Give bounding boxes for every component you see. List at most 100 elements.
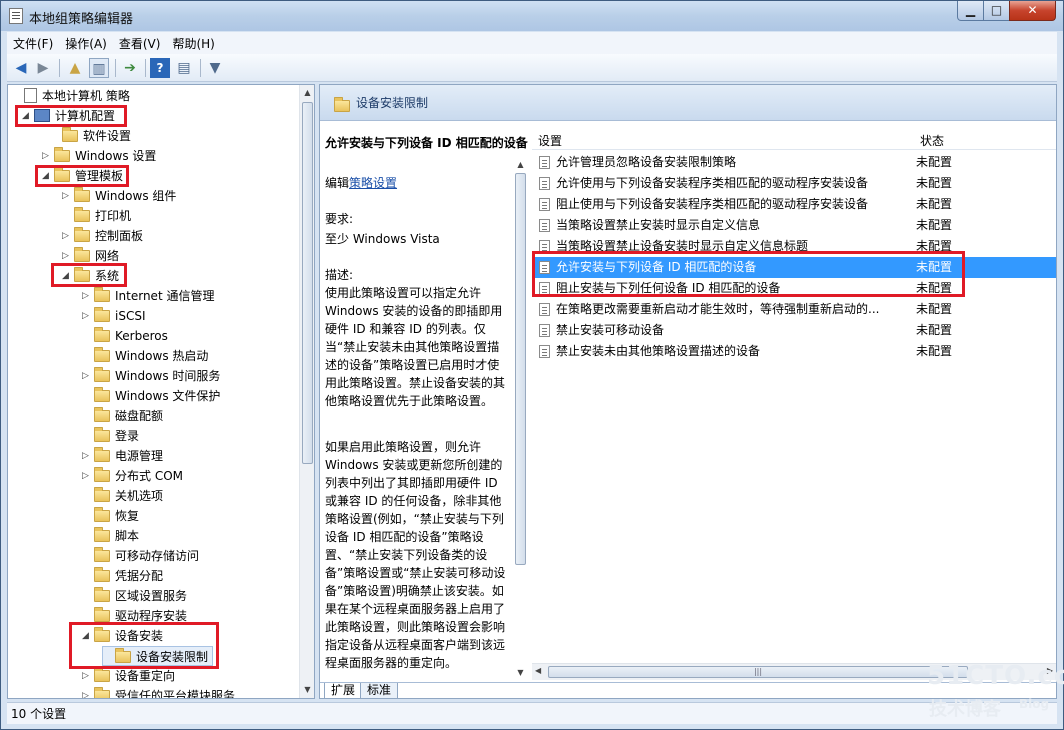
edit-line: 编辑策略设置 (325, 174, 510, 192)
desc-scroll-down-icon[interactable]: ▼ (513, 665, 528, 680)
collapsed-arrow-icon[interactable]: ▷ (42, 146, 52, 166)
requirement-label: 要求: (325, 212, 354, 226)
collapsed-arrow-icon[interactable]: ▷ (82, 446, 92, 466)
tree-item[interactable]: 区域设置服务 (82, 586, 187, 606)
scroll-up-icon[interactable]: ▲ (300, 85, 314, 100)
tree-item[interactable]: 打印机 (62, 206, 131, 226)
collapsed-arrow-icon[interactable]: ▷ (82, 686, 92, 698)
menu-file[interactable]: 文件(F) (7, 32, 59, 55)
export-list-icon[interactable]: ➔ (120, 58, 140, 78)
collapsed-arrow-icon[interactable]: ▷ (82, 286, 92, 306)
close-button[interactable]: ✕ (1009, 1, 1056, 21)
setting-state: 未配置 (916, 344, 953, 358)
collapsed-arrow-icon[interactable]: ▷ (62, 186, 72, 206)
folder-icon (62, 127, 78, 142)
hscroll-thumb[interactable]: ||| (548, 666, 968, 678)
tree-item-label: 登录 (115, 429, 140, 443)
column-state[interactable]: 状态 (920, 132, 944, 149)
tab-extended[interactable]: 扩展 (324, 683, 363, 698)
tree-item[interactable]: ▷ 控制面板 (62, 226, 143, 246)
menu-view[interactable]: 查看(V) (113, 32, 167, 55)
tree-item[interactable]: 脚本 (82, 526, 139, 546)
tree-item[interactable]: ▷ 设备重定向 (82, 666, 175, 686)
forward-icon[interactable]: ▶ (33, 58, 53, 78)
setting-row[interactable]: 禁止安装可移动设备 未配置 (534, 320, 1056, 341)
tree-item[interactable]: Windows 文件保护 (82, 386, 220, 406)
help-icon[interactable]: ? (150, 58, 170, 78)
tree-item[interactable]: ▷ 分布式 COM (82, 466, 183, 486)
setting-row[interactable]: 当策略设置禁止安装时显示自定义信息 未配置 (534, 215, 1056, 236)
maximize-button[interactable]: □ (983, 1, 1010, 21)
tree-item[interactable]: 磁盘配额 (82, 406, 163, 426)
description-scrollbar[interactable]: ▲ ▼ (513, 157, 528, 680)
folder-icon (74, 207, 90, 222)
highlight-device-id-rows (532, 251, 965, 297)
filter-icon[interactable]: ▼ (205, 58, 225, 78)
tab-standard[interactable]: 标准 (360, 683, 399, 698)
tree-item[interactable]: 本地计算机 策略 (12, 86, 130, 106)
tree-item[interactable]: Windows 热启动 (82, 346, 208, 366)
collapsed-arrow-icon[interactable]: ▷ (62, 226, 72, 246)
edit-policy-link[interactable]: 策略设置 (349, 176, 397, 190)
tree-item[interactable]: ▷ 受信任的平台模块服务 (82, 686, 235, 698)
up-folder-icon[interactable]: ▲ (65, 58, 85, 78)
tree-item[interactable]: 登录 (82, 426, 139, 446)
policy-title: 允许安装与下列设备 ID 相匹配的设备 (325, 136, 528, 150)
column-setting[interactable]: 设置 (538, 132, 562, 149)
setting-row[interactable]: 允许管理员忽略设备安装限制策略 未配置 (534, 152, 1056, 173)
setting-row[interactable]: 阻止使用与下列设备安装程序类相匹配的驱动程序安装设备 未配置 (534, 194, 1056, 215)
highlight-system (51, 263, 127, 287)
tree-item[interactable]: ▷ Internet 通信管理 (82, 286, 214, 306)
tree-item[interactable]: 凭据分配 (82, 566, 163, 586)
minimize-button[interactable]: ▁ (957, 1, 984, 21)
collapsed-arrow-icon[interactable]: ▷ (82, 666, 92, 686)
back-icon[interactable]: ◀ (11, 58, 31, 78)
desc-scroll-up-icon[interactable]: ▲ (513, 157, 528, 172)
tree-item[interactable]: 恢复 (82, 506, 139, 526)
folder-icon (94, 287, 110, 302)
folder-icon (94, 527, 110, 542)
tree-item[interactable]: ▷ iSCSI (82, 306, 146, 326)
tree-scrollbar[interactable]: ▲ ▼ (299, 85, 314, 698)
desc-scroll-thumb[interactable] (515, 173, 526, 565)
setting-name: 允许管理员忽略设备安装限制策略 (556, 155, 737, 169)
collapsed-arrow-icon[interactable]: ▷ (82, 466, 92, 486)
show-hide-tree-icon[interactable]: ▥ (89, 58, 109, 78)
tree-item[interactable]: 关机选项 (82, 486, 163, 506)
properties-icon[interactable]: ▤ (174, 58, 194, 78)
policy-setting-icon (539, 177, 550, 190)
tree-item[interactable]: 软件设置 (50, 126, 131, 146)
title-bar[interactable]: 本地组策略编辑器 ▁ □ ✕ (1, 1, 1063, 31)
window-title: 本地组策略编辑器 (29, 12, 134, 27)
collapsed-arrow-icon[interactable]: ▷ (82, 366, 92, 386)
folder-icon (94, 347, 110, 362)
menu-help[interactable]: 帮助(H) (166, 32, 220, 55)
scroll-down-icon[interactable]: ▼ (300, 682, 314, 697)
tree-scroll-thumb[interactable] (302, 102, 313, 464)
collapsed-arrow-icon[interactable]: ▷ (82, 306, 92, 326)
requirement-value: 至少 Windows Vista (325, 232, 440, 246)
tree-item[interactable]: ▷ Windows 时间服务 (82, 366, 220, 386)
setting-row[interactable]: 禁止安装未由其他策略设置描述的设备 未配置 (534, 341, 1056, 362)
description-para2: 如果启用此策略设置，则允许 Windows 安装或更新您所创建的列表中列出了其即… (325, 440, 506, 670)
policy-setting-icon (539, 219, 550, 232)
menu-action[interactable]: 操作(A) (59, 32, 113, 55)
tree-item[interactable]: ▷ 电源管理 (82, 446, 163, 466)
folder-icon (94, 447, 110, 462)
tree-item-label: Windows 组件 (95, 189, 177, 203)
setting-row[interactable]: 在策略更改需要重新启动才能生效时，等待强制重新启动的... 未配置 (534, 299, 1056, 320)
tree-item[interactable]: ▷ Windows 组件 (62, 186, 176, 206)
description-panel: 允许安装与下列设备 ID 相匹配的设备 编辑策略设置 要求: 至少 Window… (320, 122, 530, 682)
folder-icon (94, 587, 110, 602)
setting-row[interactable]: 允许使用与下列设备安装程序类相匹配的驱动程序安装设备 未配置 (534, 173, 1056, 194)
tree-item[interactable]: ▷ Windows 设置 (42, 146, 156, 166)
scroll-left-icon[interactable]: ◀ (535, 666, 541, 675)
tree-item-label: 本地计算机 策略 (42, 89, 130, 103)
details-header: 设备安装限制 (320, 85, 1056, 121)
tree-item[interactable]: 可移动存储访问 (82, 546, 199, 566)
tree-item-label: 电源管理 (115, 449, 164, 463)
tree-item-label: 网络 (95, 249, 120, 263)
policy-setting-icon (539, 198, 550, 211)
tree-item[interactable]: Kerberos (82, 326, 168, 346)
description-para1: 使用此策略设置可以指定允许 Windows 安装的设备的即插即用硬件 ID 和兼… (325, 286, 506, 408)
